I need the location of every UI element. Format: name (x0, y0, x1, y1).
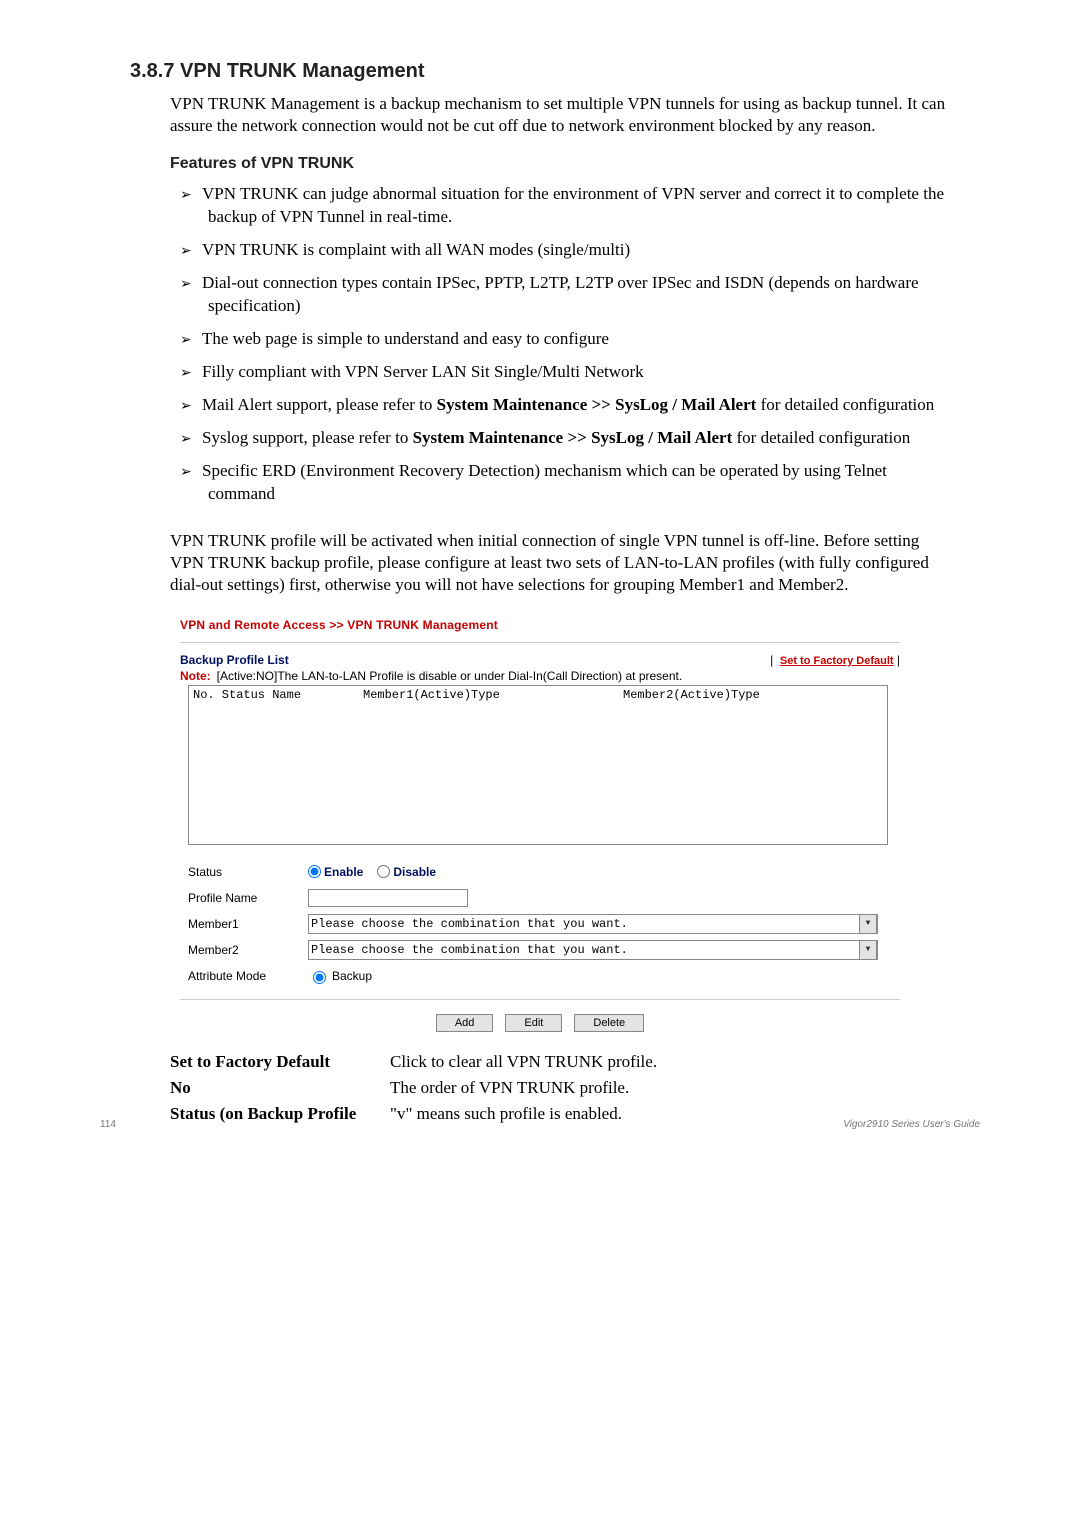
intro-paragraph: VPN TRUNK Management is a backup mechani… (170, 93, 950, 137)
chevron-down-icon[interactable]: ▼ (859, 940, 877, 960)
definition-term: No (170, 1078, 390, 1098)
definition-term: Set to Factory Default (170, 1052, 390, 1072)
bullet-arrow-icon: ➢ (180, 363, 202, 382)
member2-dropdown[interactable]: Please choose the combination that you w… (308, 940, 878, 960)
divider (180, 642, 900, 643)
definition-desc: Click to clear all VPN TRUNK profile. (390, 1052, 950, 1072)
member1-label: Member1 (188, 917, 308, 931)
disable-radio[interactable] (377, 865, 390, 878)
col-member1: Member1(Active)Type (363, 688, 623, 702)
chevron-down-icon[interactable]: ▼ (859, 914, 877, 934)
feature-item: ➢Dial-out connection types contain IPSec… (170, 272, 950, 318)
definition-row: Set to Factory Default Click to clear al… (170, 1052, 950, 1072)
profile-name-input[interactable] (308, 889, 468, 907)
page-footer: 114 Vigor2910 Series User's Guide (100, 1119, 980, 1130)
add-button[interactable]: Add (436, 1014, 494, 1032)
feature-item: ➢Filly compliant with VPN Server LAN Sit… (170, 361, 950, 384)
backup-radio[interactable] (313, 971, 326, 984)
col-no-status-name: No. Status Name (193, 688, 363, 702)
feature-item: ➢Specific ERD (Environment Recovery Dete… (170, 460, 950, 506)
divider (180, 999, 900, 1000)
backup-profile-list-title: Backup Profile List (180, 653, 289, 667)
note-text: [Active:NO]The LAN-to-LAN Profile is dis… (217, 669, 683, 683)
member1-dropdown[interactable]: Please choose the combination that you w… (308, 914, 878, 934)
enable-radio[interactable] (308, 865, 321, 878)
status-label: Status (188, 865, 308, 879)
section-heading: 3.8.7 VPN TRUNK Management (130, 60, 980, 83)
footer-guide-title: Vigor2910 Series User's Guide (843, 1119, 980, 1130)
member2-selected: Please choose the combination that you w… (309, 943, 628, 957)
edit-button[interactable]: Edit (505, 1014, 562, 1032)
bullet-arrow-icon: ➢ (180, 330, 202, 349)
set-to-factory-default-link[interactable]: Set to Factory Default (780, 655, 894, 667)
post-features-paragraph: VPN TRUNK profile will be activated when… (170, 530, 950, 596)
features-subheading: Features of VPN TRUNK (170, 155, 980, 173)
bullet-arrow-icon: ➢ (180, 185, 202, 204)
note-label: Note: (180, 669, 211, 683)
features-list: ➢VPN TRUNK can judge abnormal situation … (170, 183, 950, 505)
bullet-arrow-icon: ➢ (180, 429, 202, 448)
feature-item: ➢VPN TRUNK can judge abnormal situation … (170, 183, 950, 229)
breadcrumb: VPN and Remote Access >> VPN TRUNK Manag… (180, 618, 900, 632)
definition-desc: The order of VPN TRUNK profile. (390, 1078, 950, 1098)
list-header-row: No. Status Name Member1(Active)Type Memb… (189, 686, 887, 704)
backup-radio-label[interactable]: Backup (308, 968, 372, 984)
definitions-block: Set to Factory Default Click to clear al… (170, 1052, 950, 1124)
enable-radio-label[interactable]: Enable (308, 865, 363, 879)
profile-name-label: Profile Name (188, 891, 308, 905)
feature-item: ➢VPN TRUNK is complaint with all WAN mod… (170, 239, 950, 262)
attribute-mode-label: Attribute Mode (188, 969, 308, 983)
member2-label: Member2 (188, 943, 308, 957)
bullet-arrow-icon: ➢ (180, 462, 202, 481)
definition-row: No The order of VPN TRUNK profile. (170, 1078, 950, 1098)
note-row: Note: [Active:NO]The LAN-to-LAN Profile i… (180, 669, 900, 683)
col-member2: Member2(Active)Type (623, 688, 883, 702)
settings-screenshot: VPN and Remote Access >> VPN TRUNK Manag… (180, 618, 900, 1032)
bullet-arrow-icon: ➢ (180, 396, 202, 415)
bullet-arrow-icon: ➢ (180, 274, 202, 293)
bullet-arrow-icon: ➢ (180, 241, 202, 260)
feature-item: ➢Syslog support, please refer to System … (170, 427, 950, 450)
reset-link-container: | Set to Factory Default | (770, 653, 900, 667)
page-number: 114 (100, 1119, 116, 1130)
profile-list-box[interactable]: No. Status Name Member1(Active)Type Memb… (188, 685, 888, 845)
member1-selected: Please choose the combination that you w… (309, 917, 628, 931)
feature-item: ➢Mail Alert support, please refer to Sys… (170, 394, 950, 417)
feature-item: ➢The web page is simple to understand an… (170, 328, 950, 351)
disable-radio-label[interactable]: Disable (377, 865, 436, 879)
delete-button[interactable]: Delete (574, 1014, 644, 1032)
